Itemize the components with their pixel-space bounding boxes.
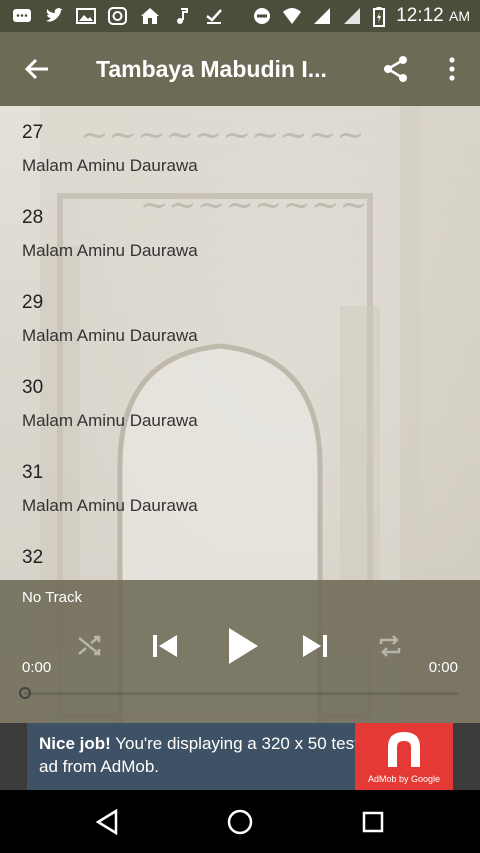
total-time: 0:00 bbox=[428, 659, 458, 676]
nav-recents-button[interactable] bbox=[333, 790, 413, 853]
track-number: 30 bbox=[22, 377, 44, 398]
repeat-button[interactable] bbox=[370, 618, 410, 674]
music-player: No Track 0:00 0:00 bbox=[0, 580, 480, 723]
more-options-button[interactable] bbox=[424, 32, 480, 106]
image-icon bbox=[76, 7, 96, 25]
track-artist: Malam Aminu Daurawa bbox=[22, 326, 198, 345]
twitter-icon bbox=[44, 7, 64, 25]
shuffle-icon bbox=[78, 635, 101, 656]
current-time: 0:00 bbox=[22, 659, 52, 676]
share-icon bbox=[384, 56, 407, 82]
track-number: 28 bbox=[22, 207, 44, 228]
page-title: Tambaya Mabudin I... bbox=[96, 55, 327, 82]
share-button[interactable] bbox=[368, 32, 424, 106]
clock-time: 12:12 bbox=[396, 5, 444, 26]
arrow-back-icon bbox=[24, 58, 48, 80]
track-number: 32 bbox=[22, 547, 44, 568]
play-button[interactable] bbox=[220, 618, 266, 674]
signal-icon bbox=[312, 7, 332, 25]
clock-ampm: AM bbox=[449, 8, 470, 24]
system-nav-bar bbox=[0, 790, 480, 853]
instagram-icon bbox=[108, 7, 128, 25]
list-item[interactable]: 29 Malam Aminu Daurawa bbox=[0, 276, 480, 361]
admob-caption: AdMob by Google bbox=[367, 774, 441, 784]
signal-icon-2 bbox=[342, 7, 362, 25]
track-number: 27 bbox=[22, 122, 44, 143]
ad-content[interactable]: Nice job! You're displaying a 320 x 50 t… bbox=[27, 723, 453, 790]
music-icon bbox=[172, 7, 192, 25]
track-number: 29 bbox=[22, 292, 44, 313]
back-triangle-icon bbox=[95, 808, 118, 835]
nav-home-button[interactable] bbox=[200, 790, 280, 853]
ad-banner: Nice job! You're displaying a 320 x 50 t… bbox=[0, 723, 480, 790]
home-circle-icon bbox=[227, 809, 253, 834]
track-artist: Malam Aminu Daurawa bbox=[22, 411, 198, 430]
track-artist: Malam Aminu Daurawa bbox=[22, 156, 198, 175]
previous-button[interactable] bbox=[145, 618, 185, 674]
track-artist: Malam Aminu Daurawa bbox=[22, 496, 198, 515]
list-item[interactable]: 31 Malam Aminu Daurawa bbox=[0, 446, 480, 531]
admob-logo: AdMob by Google bbox=[355, 723, 453, 790]
play-icon bbox=[229, 628, 258, 664]
list-item[interactable]: 32 bbox=[0, 531, 480, 580]
skip-next-icon bbox=[303, 635, 327, 657]
back-button[interactable] bbox=[0, 32, 74, 106]
clock: 12:12 AM bbox=[396, 5, 470, 27]
seek-bar[interactable] bbox=[19, 687, 458, 699]
more-vert-icon bbox=[449, 57, 455, 81]
shuffle-button[interactable] bbox=[70, 618, 110, 674]
download-done-icon bbox=[204, 7, 224, 25]
admob-icon bbox=[388, 732, 420, 767]
track-number: 31 bbox=[22, 462, 44, 483]
track-artist: Malam Aminu Daurawa bbox=[22, 241, 198, 260]
next-button[interactable] bbox=[295, 618, 335, 674]
track-list: 27 Malam Aminu Daurawa 28 Malam Aminu Da… bbox=[0, 106, 480, 580]
player-controls bbox=[0, 618, 480, 674]
repeat-icon bbox=[379, 635, 401, 657]
list-item[interactable]: 28 Malam Aminu Daurawa bbox=[0, 191, 480, 276]
recents-square-icon bbox=[362, 811, 384, 832]
seek-thumb[interactable] bbox=[19, 687, 31, 699]
dnd-icon bbox=[252, 7, 272, 25]
now-playing-title: No Track bbox=[22, 589, 83, 606]
status-bar: 12:12 AM bbox=[0, 0, 480, 32]
nav-back-button[interactable] bbox=[67, 790, 147, 853]
list-item[interactable]: 27 Malam Aminu Daurawa bbox=[0, 106, 480, 191]
wifi-icon bbox=[282, 7, 302, 25]
ad-text: Nice job! You're displaying a 320 x 50 t… bbox=[39, 732, 359, 778]
skip-previous-icon bbox=[153, 635, 177, 657]
battery-icon bbox=[372, 7, 386, 27]
home-app-icon bbox=[140, 7, 160, 25]
message-icon bbox=[12, 7, 32, 25]
app-toolbar: Tambaya Mabudin I... bbox=[0, 32, 480, 106]
ad-headline: Nice job! bbox=[39, 734, 111, 753]
list-item[interactable]: 30 Malam Aminu Daurawa bbox=[0, 361, 480, 446]
